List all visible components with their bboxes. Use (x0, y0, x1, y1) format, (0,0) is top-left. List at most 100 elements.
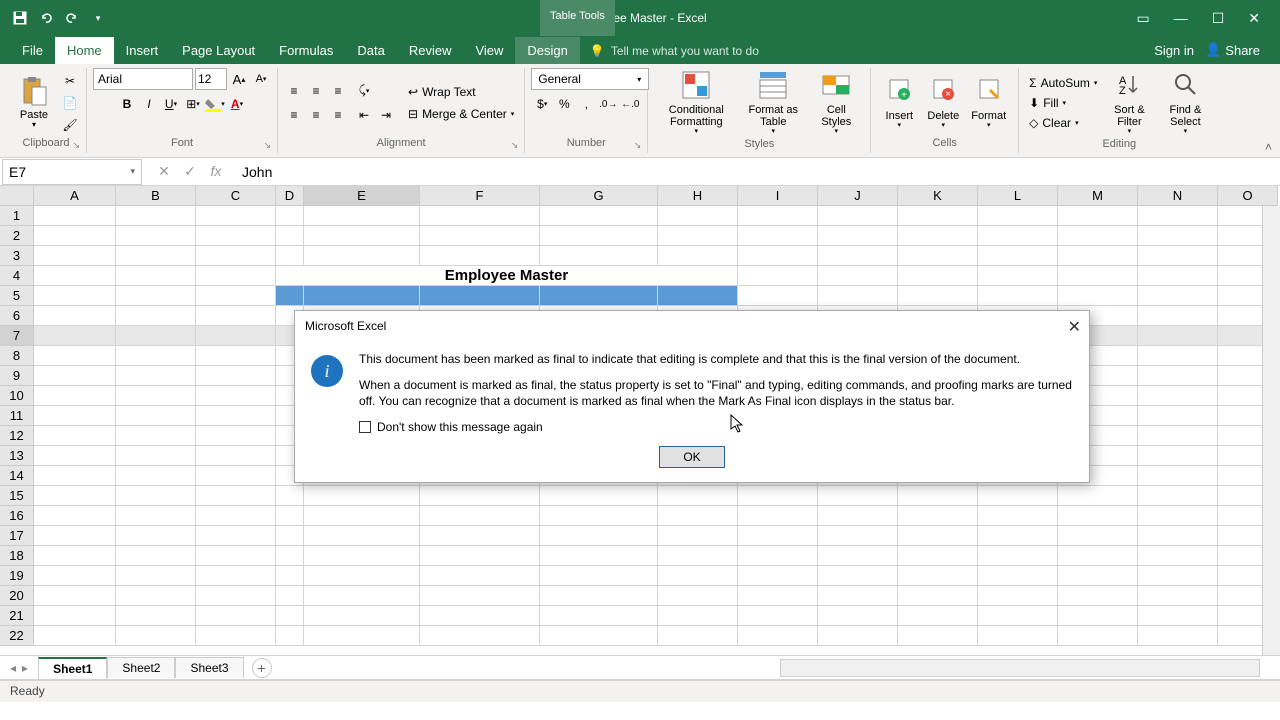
cell[interactable] (276, 506, 304, 526)
cell[interactable] (196, 206, 276, 226)
row-header[interactable]: 5 (0, 286, 34, 306)
cell[interactable] (196, 526, 276, 546)
copy-icon[interactable]: 📄 (60, 93, 80, 113)
row-header[interactable]: 9 (0, 366, 34, 386)
cell[interactable] (1138, 486, 1218, 506)
cell[interactable] (658, 206, 738, 226)
cell[interactable] (898, 226, 978, 246)
cell[interactable] (116, 586, 196, 606)
cut-icon[interactable]: ✂ (60, 71, 80, 91)
undo-icon[interactable] (34, 6, 58, 30)
row-header[interactable]: 17 (0, 526, 34, 546)
cell[interactable] (196, 306, 276, 326)
tab-file[interactable]: File (10, 37, 55, 64)
accounting-icon[interactable]: $▾ (532, 94, 552, 114)
cell[interactable] (420, 226, 540, 246)
formula-input[interactable] (234, 159, 1280, 185)
cell[interactable] (34, 466, 116, 486)
column-header[interactable]: D (276, 186, 304, 206)
cell[interactable] (116, 566, 196, 586)
decrease-indent-icon[interactable]: ⇤ (354, 105, 374, 125)
cell[interactable] (276, 246, 304, 266)
cell[interactable] (540, 586, 658, 606)
cell[interactable] (116, 406, 196, 426)
cell[interactable] (276, 226, 304, 246)
maximize-icon[interactable]: ☐ (1212, 10, 1225, 27)
cell[interactable] (1058, 266, 1138, 286)
cell[interactable] (34, 306, 116, 326)
cell[interactable] (1138, 506, 1218, 526)
cell[interactable] (540, 606, 658, 626)
cell[interactable] (116, 206, 196, 226)
cell[interactable] (1058, 226, 1138, 246)
format-as-table-button[interactable]: Format as Table▾ (738, 68, 808, 138)
row-header[interactable]: 7 (0, 326, 34, 346)
row-header[interactable]: 22 (0, 626, 34, 646)
cell[interactable] (196, 626, 276, 646)
find-select-button[interactable]: Find & Select▾ (1157, 68, 1213, 138)
cell[interactable] (34, 606, 116, 626)
cell[interactable] (738, 626, 818, 646)
cell-styles-button[interactable]: Cell Styles▾ (808, 68, 864, 138)
cell[interactable] (34, 546, 116, 566)
cell[interactable] (978, 266, 1058, 286)
cell[interactable] (978, 206, 1058, 226)
cell[interactable] (196, 366, 276, 386)
row-header[interactable]: 14 (0, 466, 34, 486)
row-header[interactable]: 21 (0, 606, 34, 626)
cell[interactable] (738, 246, 818, 266)
cell[interactable] (276, 286, 304, 306)
name-box[interactable]: E7▾ (2, 159, 142, 185)
cell[interactable] (304, 526, 420, 546)
cell[interactable] (304, 246, 420, 266)
cell[interactable] (196, 386, 276, 406)
cell[interactable] (304, 226, 420, 246)
cell[interactable] (420, 586, 540, 606)
cell[interactable] (276, 486, 304, 506)
cell[interactable] (420, 606, 540, 626)
sign-in-link[interactable]: Sign in (1148, 37, 1200, 64)
cell[interactable] (738, 526, 818, 546)
cell[interactable] (978, 526, 1058, 546)
cell[interactable] (196, 586, 276, 606)
minimize-icon[interactable]: — (1174, 10, 1188, 27)
tab-home[interactable]: Home (55, 37, 114, 64)
cell[interactable] (738, 546, 818, 566)
cell[interactable] (658, 606, 738, 626)
cell[interactable] (196, 426, 276, 446)
cell[interactable] (196, 546, 276, 566)
cell[interactable] (978, 286, 1058, 306)
select-all-corner[interactable] (0, 186, 34, 206)
share-button[interactable]: 👤 Share (1199, 36, 1266, 64)
cell[interactable] (1138, 386, 1218, 406)
cell[interactable] (276, 526, 304, 546)
column-header[interactable]: F (420, 186, 540, 206)
cell[interactable] (304, 566, 420, 586)
cell[interactable] (34, 626, 116, 646)
number-format-select[interactable] (531, 68, 649, 90)
column-header[interactable]: O (1218, 186, 1278, 206)
column-header[interactable]: B (116, 186, 196, 206)
decrease-decimal-icon[interactable]: ←.0 (620, 94, 640, 114)
cell[interactable] (1138, 206, 1218, 226)
percent-icon[interactable]: % (554, 94, 574, 114)
wrap-text-button[interactable]: ↩Wrap Text (404, 83, 518, 101)
cell[interactable] (196, 506, 276, 526)
cell[interactable] (1138, 586, 1218, 606)
cell[interactable] (34, 366, 116, 386)
tab-view[interactable]: View (463, 37, 515, 64)
decrease-font-icon[interactable]: A▾ (251, 69, 271, 89)
cell[interactable] (116, 326, 196, 346)
cell[interactable] (196, 326, 276, 346)
cell[interactable] (116, 466, 196, 486)
cell[interactable] (1138, 526, 1218, 546)
cell[interactable] (818, 286, 898, 306)
row-header[interactable]: 18 (0, 546, 34, 566)
column-header[interactable]: K (898, 186, 978, 206)
row-header[interactable]: 12 (0, 426, 34, 446)
cell[interactable] (978, 566, 1058, 586)
cell[interactable] (116, 366, 196, 386)
cell[interactable] (540, 246, 658, 266)
column-header[interactable]: G (540, 186, 658, 206)
cell[interactable] (1138, 466, 1218, 486)
